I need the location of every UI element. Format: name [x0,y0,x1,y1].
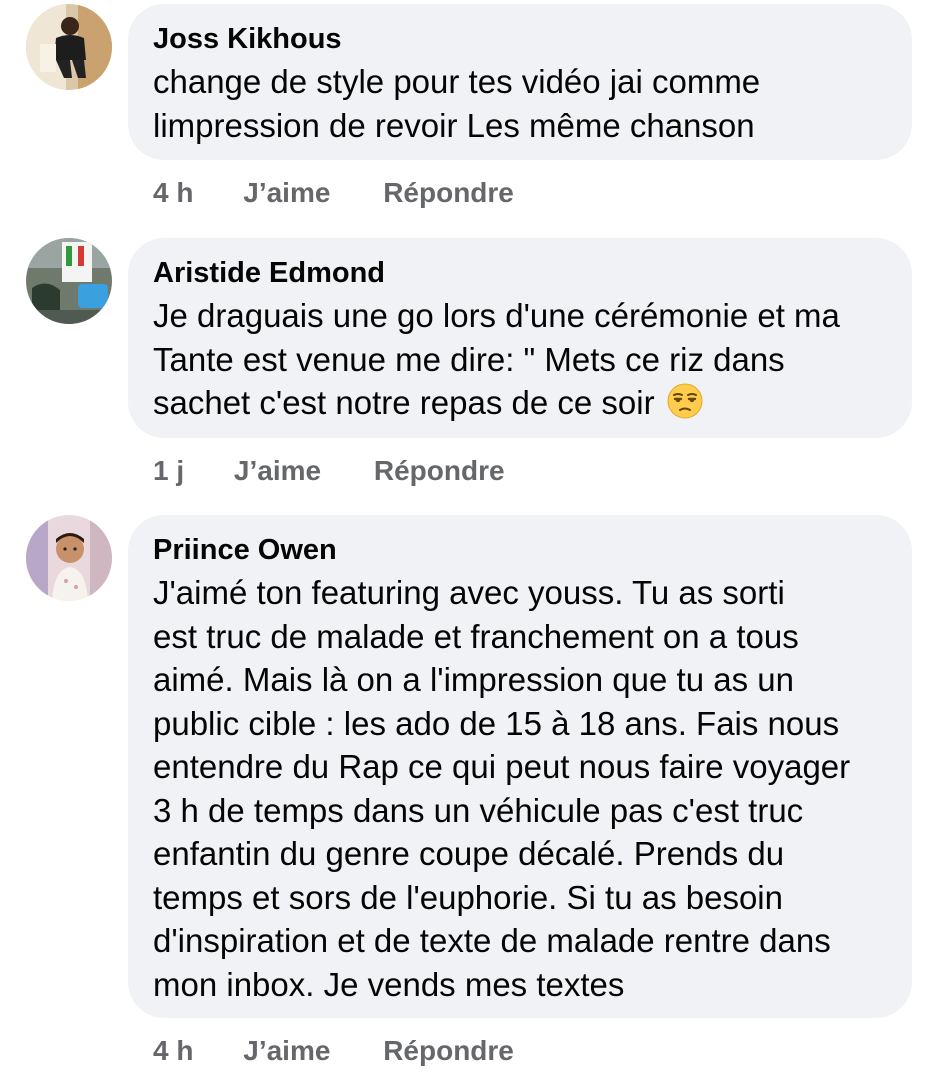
comment-timestamp[interactable]: 1 j [153,454,184,488]
user-photo-icon [26,515,112,601]
comment-author[interactable]: Joss Kikhous [153,22,886,56]
comment-text-content: Je draguais une go lors d'une cérémonie … [153,297,840,421]
comment-actions: 1 j J’aime Répondre [153,454,505,488]
avatar[interactable] [26,238,112,324]
like-button[interactable]: J’aime [243,176,330,210]
comment-actions: 4 h J’aime Répondre [153,176,514,210]
avatar[interactable] [26,4,112,90]
like-button[interactable]: J’aime [243,1034,330,1068]
user-photo-icon [26,4,112,90]
comment-timestamp[interactable]: 4 h [153,1034,193,1068]
avatar[interactable] [26,515,112,601]
comment-text: Je draguais une go lors d'une cérémonie … [153,294,886,425]
comment-timestamp[interactable]: 4 h [153,176,193,210]
comment-bubble: Priince Owen J'aimé ton featuring avec y… [128,515,912,1018]
comment-author[interactable]: Priince Owen [153,533,886,567]
like-button[interactable]: J’aime [234,454,321,488]
comment-bubble: Aristide Edmond Je draguais une go lors … [128,238,912,438]
unamused-face-emoji-icon [667,383,703,419]
reply-button[interactable]: Répondre [383,1034,514,1068]
reply-button[interactable]: Répondre [374,454,505,488]
comment-text: J'aimé ton featuring avec youss. Tu as s… [153,574,851,1003]
comment-actions: 4 h J’aime Répondre [153,1034,514,1068]
user-photo-icon [26,238,112,324]
reply-button[interactable]: Répondre [383,176,514,210]
comment-bubble: Joss Kikhous change de style pour tes vi… [128,4,912,160]
comment-text: change de style pour tes vidéo jai comme… [153,63,761,144]
comment-author[interactable]: Aristide Edmond [153,256,886,290]
